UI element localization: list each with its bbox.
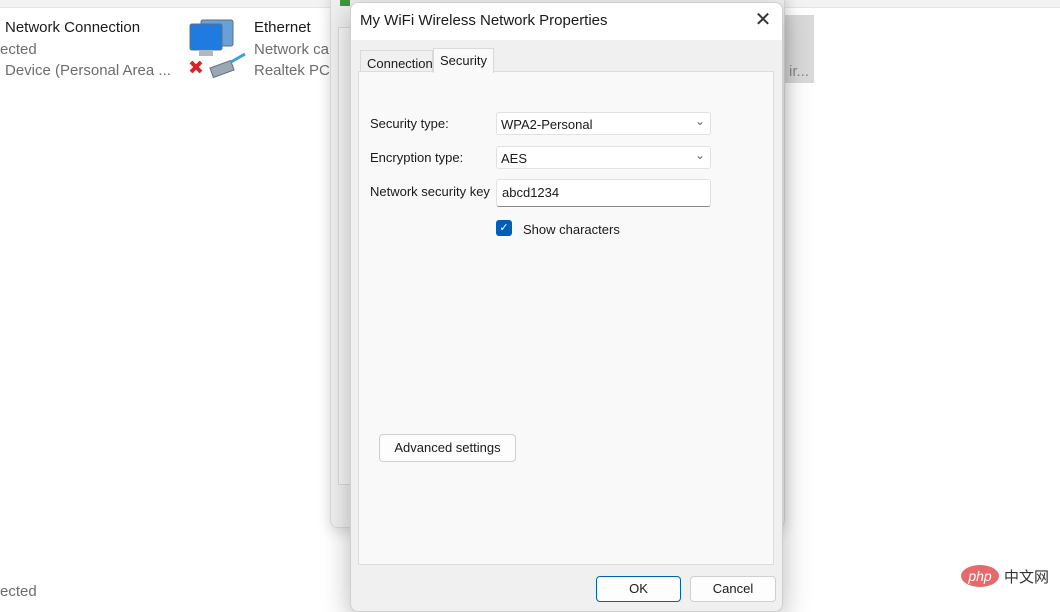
network-connection-device: Device (Personal Area ... (5, 62, 171, 79)
ethernet-status: Network ca (254, 41, 330, 58)
clipped-item-text: ir... (789, 63, 810, 80)
show-characters-checkbox[interactable]: ✓ (496, 220, 512, 236)
network-connection-status: ected (0, 41, 37, 58)
security-type-select[interactable]: WPA2-Personal ⌄ (496, 112, 711, 135)
encryption-type-label: Encryption type: (370, 150, 464, 165)
cancel-button[interactable]: Cancel (690, 576, 776, 602)
network-key-input[interactable]: abcd1234 (496, 179, 711, 207)
chevron-down-icon: ⌄ (694, 148, 705, 162)
php-watermark-logo: php 中文网 (960, 564, 1050, 588)
tab-security[interactable]: Security (433, 48, 494, 73)
checkmark-icon: ✓ (499, 222, 509, 234)
tab-connection[interactable]: Connection (360, 50, 433, 72)
security-type-value: WPA2-Personal (501, 117, 593, 132)
ethernet-adapter-icon[interactable] (187, 18, 249, 80)
network-key-label: Network security key (370, 184, 490, 199)
svg-text:中文网: 中文网 (1004, 568, 1049, 586)
close-icon[interactable]: ✕ (752, 9, 774, 31)
svg-text:php: php (967, 568, 992, 584)
dialog-title: My WiFi Wireless Network Properties (360, 12, 608, 29)
title-bar: My WiFi Wireless Network Properties ✕ (351, 3, 782, 40)
encryption-type-value: AES (501, 151, 528, 166)
wireless-properties-dialog: My WiFi Wireless Network Properties ✕ Co… (350, 2, 783, 612)
advanced-settings-button[interactable]: Advanced settings (379, 434, 516, 462)
network-connection-title[interactable]: Network Connection (5, 19, 140, 36)
show-characters-label[interactable]: Show characters (523, 222, 620, 237)
ethernet-title[interactable]: Ethernet (254, 19, 311, 36)
chevron-down-icon: ⌄ (694, 114, 705, 128)
security-type-label: Security type: (370, 116, 449, 131)
signal-icon (340, 0, 350, 6)
selected-item-highlight[interactable]: ir... (783, 15, 814, 83)
status-bar-text: ected (0, 583, 37, 600)
ok-button[interactable]: OK (596, 576, 681, 602)
encryption-type-select[interactable]: AES ⌄ (496, 146, 711, 169)
